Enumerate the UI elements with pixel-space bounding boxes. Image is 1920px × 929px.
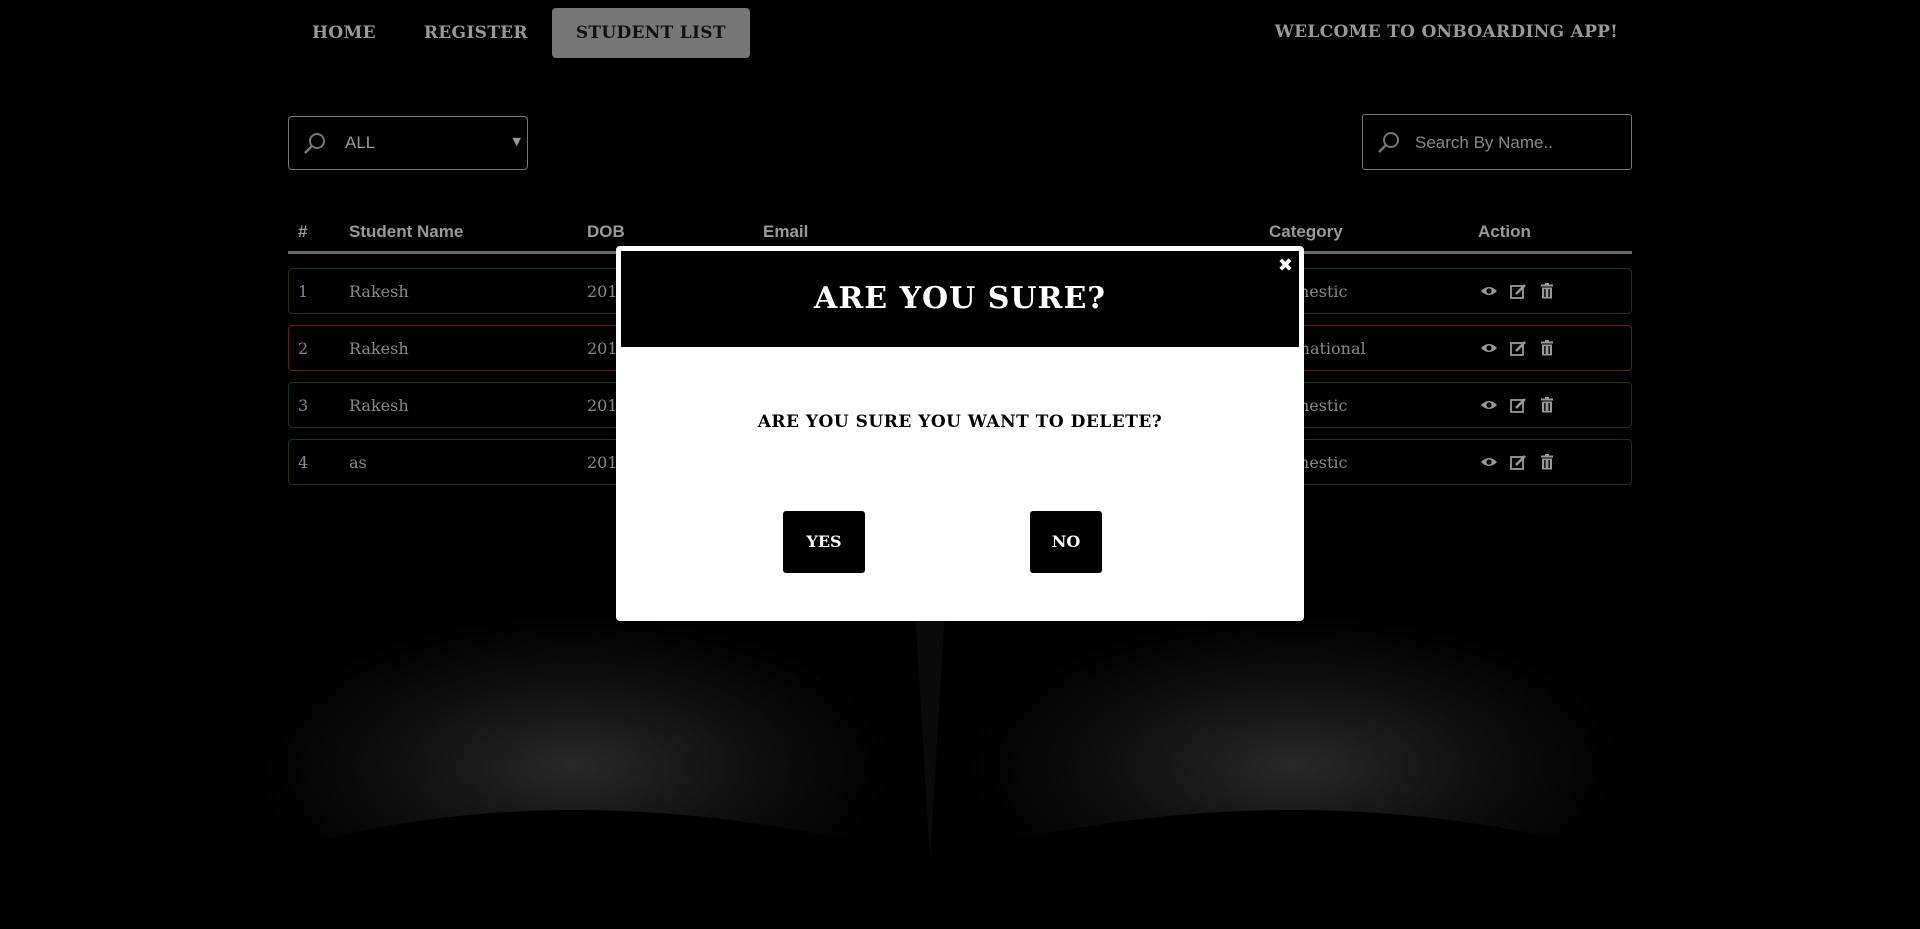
- confirm-delete-modal: ARE YOU SURE? ✖ ARE YOU SURE YOU WANT TO…: [616, 246, 1304, 621]
- modal-message: ARE YOU SURE YOU WANT TO DELETE?: [757, 412, 1163, 432]
- modal-overlay: ARE YOU SURE? ✖ ARE YOU SURE YOU WANT TO…: [0, 0, 1920, 929]
- close-icon[interactable]: ✖: [1278, 255, 1293, 276]
- yes-button[interactable]: YES: [783, 511, 865, 573]
- modal-header: ARE YOU SURE? ✖: [621, 251, 1299, 347]
- no-button[interactable]: NO: [1030, 511, 1102, 573]
- modal-title: ARE YOU SURE?: [814, 281, 1106, 316]
